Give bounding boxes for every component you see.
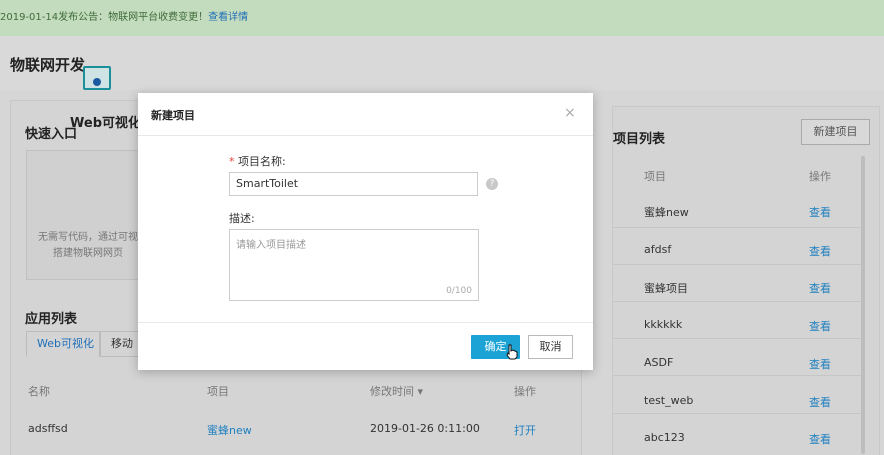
web-visualization-icon <box>83 66 111 90</box>
quick-card-desc-2: 搭建物联网网页 <box>53 248 123 259</box>
app-row-open-link[interactable]: 打开 <box>514 422 536 438</box>
dialog-footer <box>138 322 593 370</box>
project-row: 蜜蜂new 查看 <box>613 191 863 228</box>
header-bar <box>0 36 884 90</box>
project-view-link[interactable]: 查看 <box>809 394 831 410</box>
col-header-modified[interactable]: 修改时间 ▾ <box>370 383 423 399</box>
project-col-header: 项目 <box>644 170 666 183</box>
help-icon[interactable]: ? <box>486 178 498 190</box>
quick-card-desc-1: 无需写代码，通过可视 <box>38 232 138 243</box>
close-icon[interactable]: × <box>564 105 576 121</box>
project-name: ASDF <box>644 356 674 369</box>
cancel-button[interactable]: 取消 <box>528 335 573 359</box>
project-action-header: 操作 <box>809 170 831 183</box>
project-view-link[interactable]: 查看 <box>809 280 831 296</box>
project-name: 蜜蜂项目 <box>644 282 688 295</box>
project-name: kkkkkk <box>644 318 683 331</box>
announcement-text: 2019-01-14发布公告：物联网平台收费变更！ <box>0 12 209 23</box>
project-name: afdsf <box>644 243 672 256</box>
description-label: 描述: <box>229 212 255 225</box>
project-view-link[interactable]: 查看 <box>809 243 831 259</box>
dialog-header: 新建项目 × <box>138 93 593 136</box>
required-marker: * <box>229 155 235 168</box>
announcement-bar: 2019-01-14发布公告：物联网平台收费变更！查看详情 <box>0 0 884 36</box>
tab-web-visualization[interactable]: Web可视化 <box>26 331 100 357</box>
project-view-link[interactable]: 查看 <box>809 356 831 372</box>
project-row: test_web 查看 <box>613 377 863 414</box>
app-list-title: 应用列表 <box>25 312 78 327</box>
announcement-details-link[interactable]: 查看详情 <box>208 12 248 23</box>
description-placeholder: 请输入项目描述 <box>236 240 306 251</box>
project-list-title: 项目列表 <box>613 132 666 147</box>
app-row-modified: 2019-01-26 0:11:00 <box>370 422 480 435</box>
project-name: 蜜蜂new <box>644 206 689 219</box>
hand-cursor-icon <box>506 344 518 360</box>
dialog-title: 新建项目 <box>151 109 195 122</box>
new-project-button[interactable]: 新建项目 <box>801 119 870 145</box>
description-textarea[interactable]: 请输入项目描述 0/100 <box>229 229 479 301</box>
project-list-panel: 项目列表 新建项目 项目 操作 蜜蜂new 查看 afdsf 查看 蜜蜂项目 查… <box>612 106 880 455</box>
project-name-label: * 项目名称: <box>229 153 286 169</box>
page-title: 物联网开发 <box>10 56 86 74</box>
project-row: 蜜蜂项目 查看 <box>613 265 863 302</box>
project-list-scrollbar[interactable] <box>861 156 865 454</box>
project-name-label-text: 项目名称: <box>238 155 286 168</box>
project-row: abc123 查看 <box>613 414 863 451</box>
project-view-link[interactable]: 查看 <box>809 318 831 334</box>
project-row: ASDF 查看 <box>613 339 863 376</box>
project-row: kkkkkk 查看 <box>613 302 863 339</box>
project-name: test_web <box>644 394 694 407</box>
new-project-dialog: 新建项目 × * 项目名称: SmartToilet ? 描述: 请输入项目描述… <box>138 93 593 370</box>
description-char-count: 0/100 <box>446 286 472 296</box>
col-header-project: 项目 <box>207 385 229 398</box>
project-name-input[interactable]: SmartToilet <box>229 172 478 196</box>
project-view-link[interactable]: 查看 <box>809 431 831 447</box>
project-view-link[interactable]: 查看 <box>809 204 831 220</box>
app-row-name: adsffsd <box>28 422 68 435</box>
project-row: afdsf 查看 <box>613 228 863 265</box>
col-header-name: 名称 <box>28 385 50 398</box>
col-header-action: 操作 <box>514 385 536 398</box>
app-row-project-link[interactable]: 蜜蜂new <box>207 422 252 438</box>
project-name: abc123 <box>644 431 685 444</box>
